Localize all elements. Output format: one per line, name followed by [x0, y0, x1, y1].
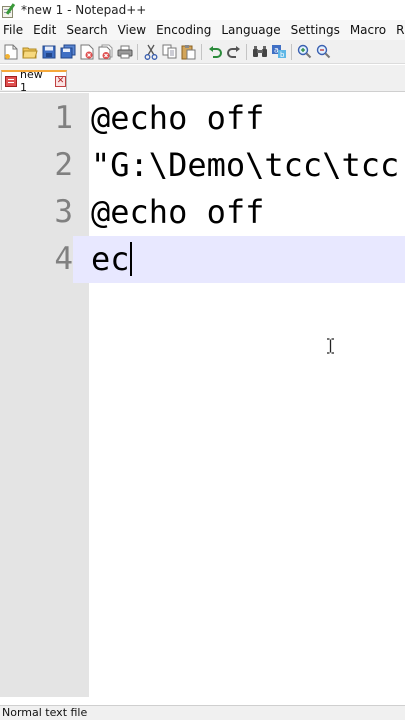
paste-icon[interactable] — [179, 43, 198, 61]
title-bar: *new 1 - Notepad++ — [0, 0, 405, 20]
toolbar-separator — [291, 43, 292, 60]
copy-icon[interactable] — [160, 43, 179, 61]
line-number: 3 — [0, 189, 73, 236]
status-bar: Normal text file — [0, 705, 405, 720]
open-file-icon[interactable] — [20, 43, 39, 61]
menu-macro[interactable]: Macro — [345, 23, 391, 37]
undo-icon[interactable] — [205, 43, 224, 61]
editor-line[interactable]: 1 @echo off — [0, 95, 405, 142]
line-number: 4 — [0, 236, 73, 283]
menu-file[interactable]: File — [0, 23, 28, 37]
toolbar: ab — [0, 40, 405, 64]
zoom-in-icon[interactable] — [295, 43, 314, 61]
window-title: *new 1 - Notepad++ — [21, 3, 147, 17]
close-all-icon[interactable] — [96, 43, 115, 61]
menu-edit[interactable]: Edit — [28, 23, 61, 37]
notepad-plus-plus-icon — [1, 2, 16, 18]
line-text[interactable]: @echo off — [91, 189, 264, 236]
status-file-type: Normal text file — [2, 706, 88, 719]
menu-bar: File Edit Search View Encoding Language … — [0, 20, 405, 40]
svg-text:b: b — [280, 51, 285, 59]
unsaved-file-icon — [5, 75, 17, 87]
menu-language[interactable]: Language — [216, 23, 285, 37]
line-text[interactable]: @echo off — [91, 95, 264, 142]
redo-icon[interactable] — [224, 43, 243, 61]
line-text-current[interactable]: ec — [91, 236, 132, 283]
menu-run[interactable]: Ru — [391, 23, 405, 37]
tab-bar: new 1 ✕ — [0, 65, 405, 94]
menu-settings[interactable]: Settings — [286, 23, 345, 37]
text-caret — [129, 242, 132, 276]
menu-encoding[interactable]: Encoding — [151, 23, 216, 37]
tab-label: new 1 — [20, 68, 43, 94]
cut-icon[interactable] — [141, 43, 160, 61]
menu-search[interactable]: Search — [61, 23, 112, 37]
line-text[interactable]: ec — [91, 240, 130, 278]
editor-line-current[interactable]: 4 ec — [0, 236, 405, 283]
tab-new-1[interactable]: new 1 ✕ — [1, 68, 67, 94]
ibeam-cursor-icon — [327, 338, 334, 354]
menu-view[interactable]: View — [113, 23, 151, 37]
new-file-icon[interactable] — [1, 43, 20, 61]
save-icon[interactable] — [39, 43, 58, 61]
tab-close-icon[interactable]: ✕ — [55, 75, 66, 87]
toolbar-separator — [201, 43, 202, 60]
close-icon[interactable] — [77, 43, 96, 61]
editor-line[interactable]: 3 @echo off — [0, 189, 405, 236]
zoom-out-icon[interactable] — [314, 43, 333, 61]
save-all-icon[interactable] — [58, 43, 77, 61]
line-text[interactable]: "G:\Demo\tcc\tcc — [91, 142, 399, 189]
toolbar-separator — [137, 43, 138, 60]
line-number: 1 — [0, 95, 73, 142]
editor-line[interactable]: 2 "G:\Demo\tcc\tcc — [0, 142, 405, 189]
toolbar-separator — [246, 43, 247, 60]
find-icon[interactable] — [250, 43, 269, 61]
replace-icon[interactable]: ab — [269, 43, 288, 61]
line-number: 2 — [0, 142, 73, 189]
print-icon[interactable] — [115, 43, 134, 61]
editor-area[interactable]: 1 @echo off 2 "G:\Demo\tcc\tcc 3 @echo o… — [0, 93, 405, 697]
